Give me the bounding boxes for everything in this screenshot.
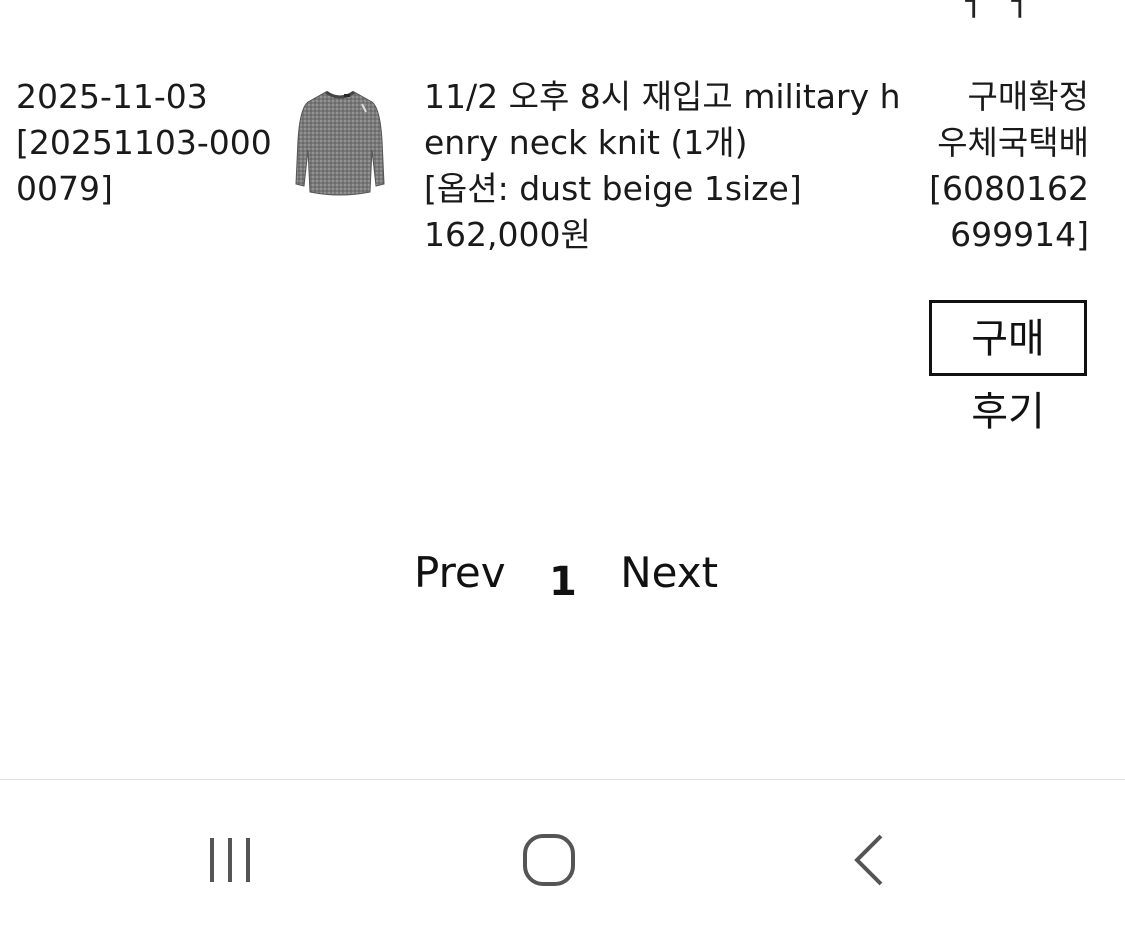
product-option: [옵션: dust beige 1size] — [424, 169, 802, 208]
prev-page-link[interactable]: Prev — [414, 548, 506, 597]
next-page-link[interactable]: Next — [620, 548, 718, 597]
courier-name: 우체국택배 — [937, 123, 1089, 162]
system-navigation-bar — [0, 779, 1125, 934]
order-list-item: 2025-11-03 [20251103-0000079] 11/2 오후 8시… — [0, 60, 1125, 460]
order-date-cell[interactable]: 2025-11-03 [20251103-0000079] — [16, 74, 286, 212]
order-status: 구매확정 — [967, 77, 1089, 116]
order-date: 2025-11-03 — [16, 77, 208, 116]
pagination: Prev 1 Next — [0, 540, 1125, 610]
knit-sweater-image — [295, 90, 385, 196]
back-icon — [854, 834, 883, 886]
home-button[interactable] — [504, 820, 594, 900]
order-status-cell: 구매확정 우체국택배 [6080162699914] — [919, 74, 1089, 258]
product-info[interactable]: 11/2 오후 8시 재입고 military henry neck knit … — [424, 74, 914, 258]
product-thumbnail[interactable] — [292, 80, 388, 206]
back-button[interactable] — [826, 820, 916, 900]
write-review-button[interactable]: 구매 — [929, 300, 1087, 376]
order-number: [20251103-0000079] — [16, 123, 272, 208]
product-price: 162,000원 — [424, 215, 591, 254]
recent-apps-button[interactable] — [185, 820, 275, 900]
home-icon — [523, 834, 575, 886]
current-page-number[interactable]: 1 — [549, 559, 577, 605]
recent-apps-icon — [210, 838, 250, 882]
product-title[interactable]: 11/2 오후 8시 재입고 military henry neck knit … — [424, 77, 901, 162]
review-button-label: 구매 — [971, 316, 1045, 362]
tracking-number[interactable]: [6080162699914] — [929, 169, 1089, 254]
scrolled-off-text: ㅓ ㅓ — [955, 0, 1035, 24]
review-button-label-overflow[interactable]: 후기 — [929, 382, 1087, 442]
